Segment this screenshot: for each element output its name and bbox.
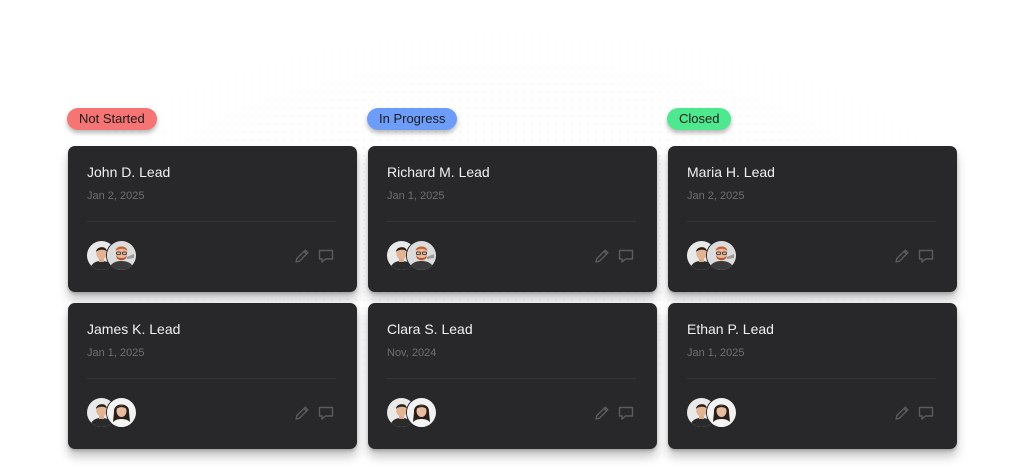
lead-card[interactable]: Maria H. Lead Jan 2, 2025 [668, 146, 957, 292]
card-actions [293, 404, 337, 422]
avatar-group [386, 240, 446, 271]
column-in-progress: In Progress Richard M. Lead Jan 1, 2025 … [367, 108, 657, 449]
lead-name: Clara S. Lead [387, 321, 473, 337]
avatar-group [686, 240, 746, 271]
divider [387, 221, 636, 222]
comment-icon[interactable] [317, 404, 335, 422]
column-not-started: Not Started John D. Lead Jan 2, 2025 Jam… [67, 108, 357, 449]
comment-icon[interactable] [917, 247, 935, 265]
lead-name: Ethan P. Lead [687, 321, 774, 337]
divider [687, 221, 936, 222]
lead-date: Jan 1, 2025 [87, 347, 145, 359]
lead-card[interactable]: Clara S. Lead Nov, 2024 [368, 303, 657, 449]
lead-card[interactable]: Richard M. Lead Jan 1, 2025 [368, 146, 657, 292]
lead-date: Nov, 2024 [387, 347, 437, 359]
avatar [406, 240, 437, 271]
status-badge[interactable]: Closed [667, 108, 732, 130]
lead-name: James K. Lead [87, 321, 181, 337]
card-actions [893, 404, 937, 422]
avatar [706, 397, 737, 428]
pencil-icon[interactable] [293, 404, 311, 422]
pencil-icon[interactable] [593, 404, 611, 422]
card-actions [293, 247, 337, 265]
lead-card[interactable]: John D. Lead Jan 2, 2025 [68, 146, 357, 292]
avatar-group [86, 397, 146, 428]
lead-date: Jan 1, 2025 [687, 347, 745, 359]
divider [87, 378, 336, 379]
comment-icon[interactable] [917, 404, 935, 422]
pencil-icon[interactable] [293, 247, 311, 265]
avatar [106, 240, 137, 271]
lead-name: Maria H. Lead [687, 164, 775, 180]
lead-date: Jan 2, 2025 [87, 190, 145, 202]
comment-icon[interactable] [617, 247, 635, 265]
card-actions [893, 247, 937, 265]
lead-name: John D. Lead [87, 164, 171, 180]
lead-card[interactable]: James K. Lead Jan 1, 2025 [68, 303, 357, 449]
avatar [106, 397, 137, 428]
avatar [406, 397, 437, 428]
avatar-group [386, 397, 446, 428]
pencil-icon[interactable] [893, 247, 911, 265]
divider [687, 378, 936, 379]
lead-date: Jan 1, 2025 [387, 190, 445, 202]
divider [87, 221, 336, 222]
pencil-icon[interactable] [893, 404, 911, 422]
avatar-group [86, 240, 146, 271]
avatar [706, 240, 737, 271]
avatar-group [686, 397, 746, 428]
lead-name: Richard M. Lead [387, 164, 490, 180]
card-actions [593, 247, 637, 265]
comment-icon[interactable] [617, 404, 635, 422]
column-closed: Closed Maria H. Lead Jan 2, 2025 Ethan P… [667, 108, 957, 449]
lead-card[interactable]: Ethan P. Lead Jan 1, 2025 [668, 303, 957, 449]
card-actions [593, 404, 637, 422]
pencil-icon[interactable] [593, 247, 611, 265]
lead-date: Jan 2, 2025 [687, 190, 745, 202]
comment-icon[interactable] [317, 247, 335, 265]
divider [387, 378, 636, 379]
status-badge[interactable]: Not Started [67, 108, 157, 130]
status-badge[interactable]: In Progress [367, 108, 458, 130]
